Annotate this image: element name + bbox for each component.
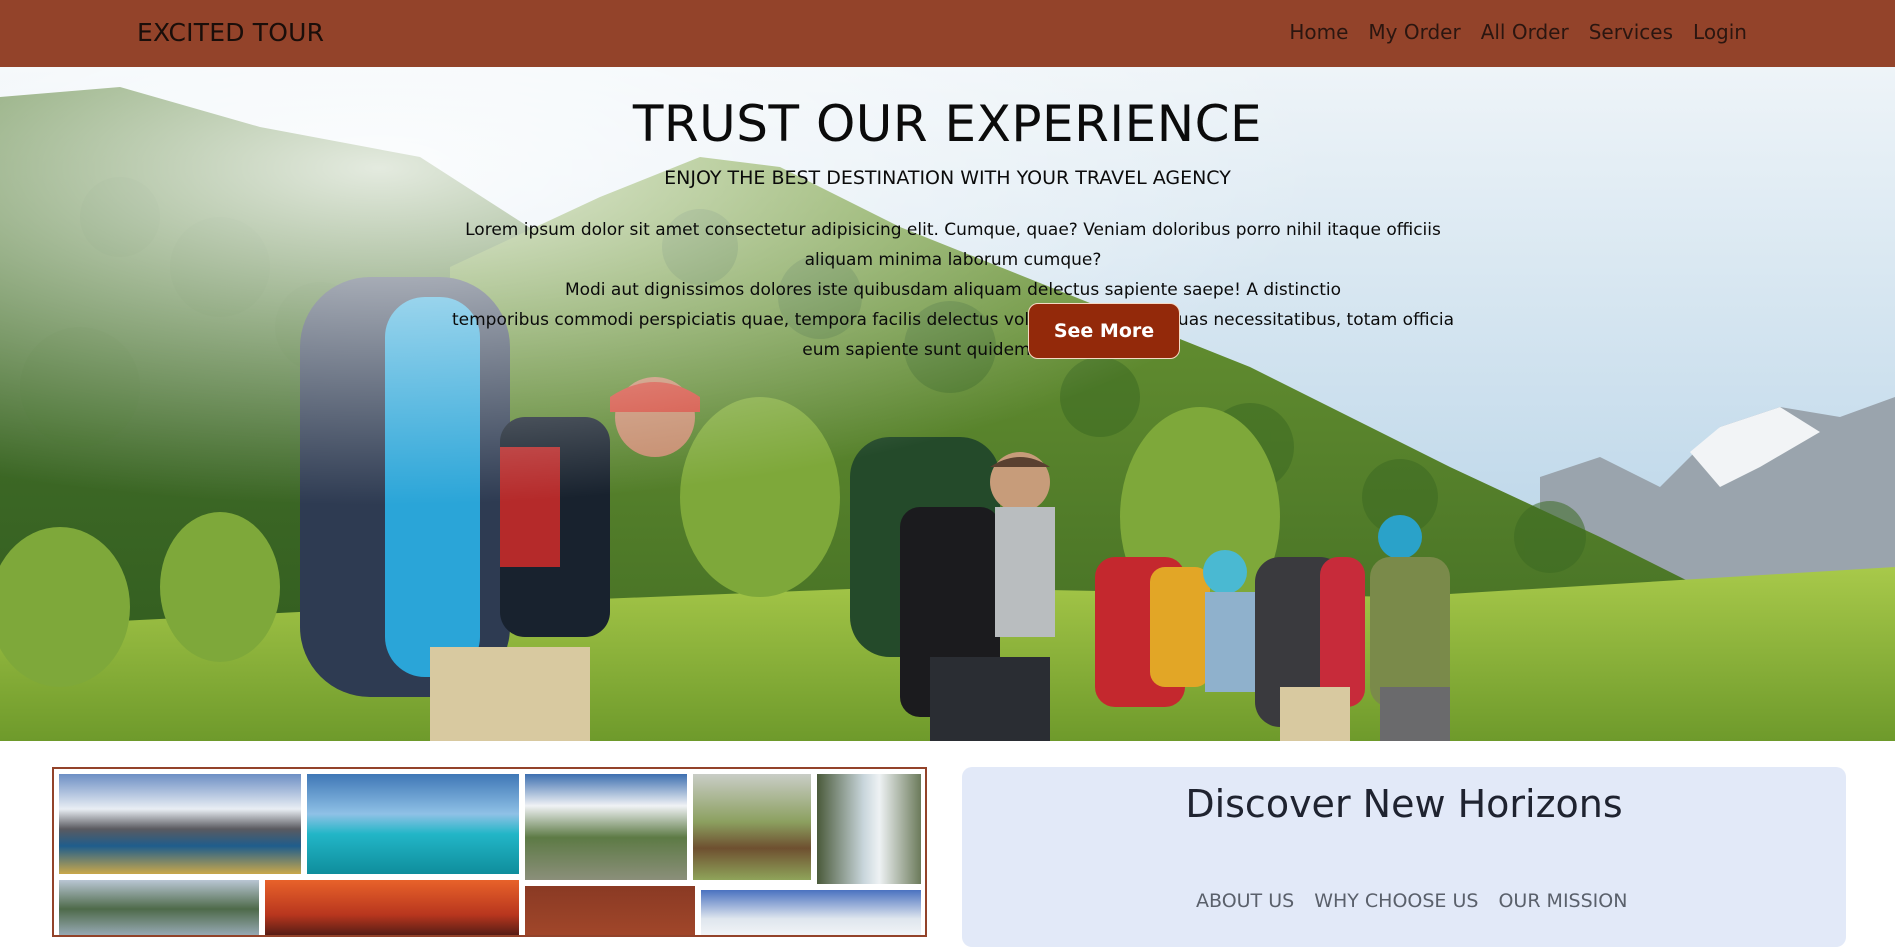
discover-tabs: ABOUT US WHY CHOOSE US OUR MISSION xyxy=(1196,890,1627,912)
tab-about-us[interactable]: ABOUT US xyxy=(1196,890,1294,912)
top-navbar: EXCITED TOUR Home My Order All Order Ser… xyxy=(0,0,1895,67)
hero-description: Lorem ipsum dolor sit amet consectetur a… xyxy=(440,215,1466,365)
gallery-image-mountains[interactable] xyxy=(58,773,302,875)
brand-logo[interactable]: EXCITED TOUR xyxy=(137,18,324,47)
gallery-image-machu-picchu[interactable] xyxy=(524,773,688,881)
tab-our-mission[interactable]: OUR MISSION xyxy=(1498,890,1627,912)
hero-title: TRUST OUR EXPERIENCE xyxy=(632,95,1263,153)
hero-text-line: temporibus commodi perspiciatis quae, te… xyxy=(451,310,1454,360)
discover-title: Discover New Horizons xyxy=(1185,782,1623,826)
nav-services[interactable]: Services xyxy=(1589,20,1673,44)
nav-links: Home My Order All Order Services Login xyxy=(1289,20,1747,44)
nav-login[interactable]: Login xyxy=(1693,20,1747,44)
gallery-image-tropical-island[interactable] xyxy=(306,773,520,875)
discover-card: Discover New Horizons ABOUT US WHY CHOOS… xyxy=(962,767,1846,947)
hero-text-line: Modi aut dignissimos dolores iste quibus… xyxy=(564,280,1342,300)
hero-banner: TRUST OUR EXPERIENCE ENJOY THE BEST DEST… xyxy=(0,67,1895,741)
tab-why-choose-us[interactable]: WHY CHOOSE US xyxy=(1314,890,1478,912)
gallery-image-waterfall[interactable] xyxy=(816,773,922,885)
gallery-image-taj-mahal-sunset[interactable] xyxy=(264,879,520,935)
nav-home[interactable]: Home xyxy=(1289,20,1348,44)
destination-gallery xyxy=(52,767,927,937)
hero-subtitle: ENJOY THE BEST DESTINATION WITH YOUR TRA… xyxy=(664,167,1231,189)
hero-text-line: Lorem ipsum dolor sit amet consectetur a… xyxy=(465,220,1441,270)
gallery-image-petra[interactable] xyxy=(524,885,696,935)
gallery-image-snowy-peak[interactable] xyxy=(700,889,922,935)
gallery-image-bison-plains[interactable] xyxy=(692,773,812,881)
gallery-image-lake-valley[interactable] xyxy=(58,879,260,935)
nav-all-order[interactable]: All Order xyxy=(1481,20,1569,44)
nav-my-order[interactable]: My Order xyxy=(1368,20,1460,44)
see-more-button[interactable]: See More xyxy=(1028,303,1180,359)
